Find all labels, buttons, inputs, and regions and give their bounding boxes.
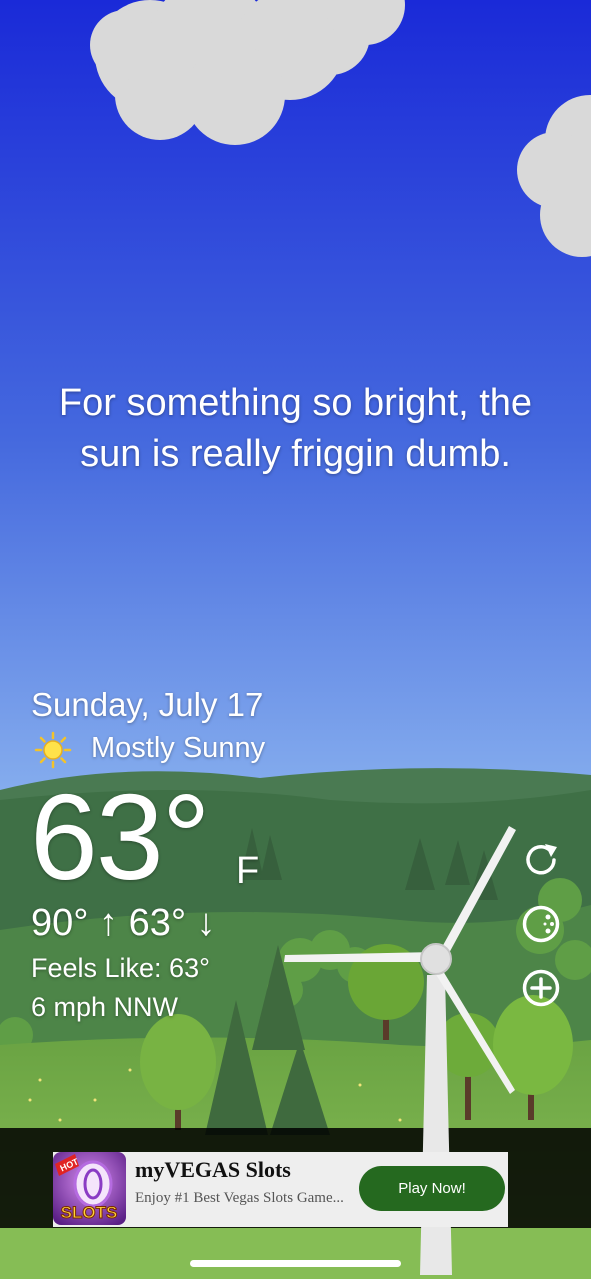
feels-like: Feels Like: 63° — [31, 953, 210, 983]
high-low-temperature: 90° ↑ 63° ↓ — [31, 902, 216, 944]
play-now-button[interactable]: Play Now! — [359, 1166, 505, 1211]
myvegas-slots-app-icon[interactable]: HOT SLOTS — [53, 1152, 126, 1225]
quote-line-2: sun is really friggin dumb. — [80, 433, 511, 475]
quote-line-1: For something so bright, the — [58, 382, 533, 424]
scene-toggle-icon[interactable] — [521, 904, 561, 944]
weather-scene — [0, 0, 591, 1279]
ad-icon-slots-text: SLOTS — [61, 1203, 118, 1222]
ad-title: myVEGAS Slots — [135, 1157, 291, 1182]
temperature-unit: F — [236, 850, 260, 892]
ad-banner[interactable]: HOT SLOTS myVEGAS Slots Enjoy #1 Best Ve… — [53, 1152, 508, 1227]
home-indicator[interactable] — [190, 1260, 401, 1267]
weather-quote: For something so bright, the sun is real… — [20, 378, 571, 480]
wind-speed: 6 mph NNW — [31, 992, 179, 1022]
add-location-icon[interactable] — [521, 968, 561, 1008]
current-temperature: 63° — [30, 769, 210, 905]
ad-description: Enjoy #1 Best Vegas Slots Game... — [135, 1190, 344, 1206]
condition-label: Mostly Sunny — [91, 732, 266, 764]
forecast-date: Sunday, July 17 — [31, 686, 264, 723]
refresh-icon[interactable] — [521, 840, 561, 880]
sun-icon — [34, 731, 72, 769]
